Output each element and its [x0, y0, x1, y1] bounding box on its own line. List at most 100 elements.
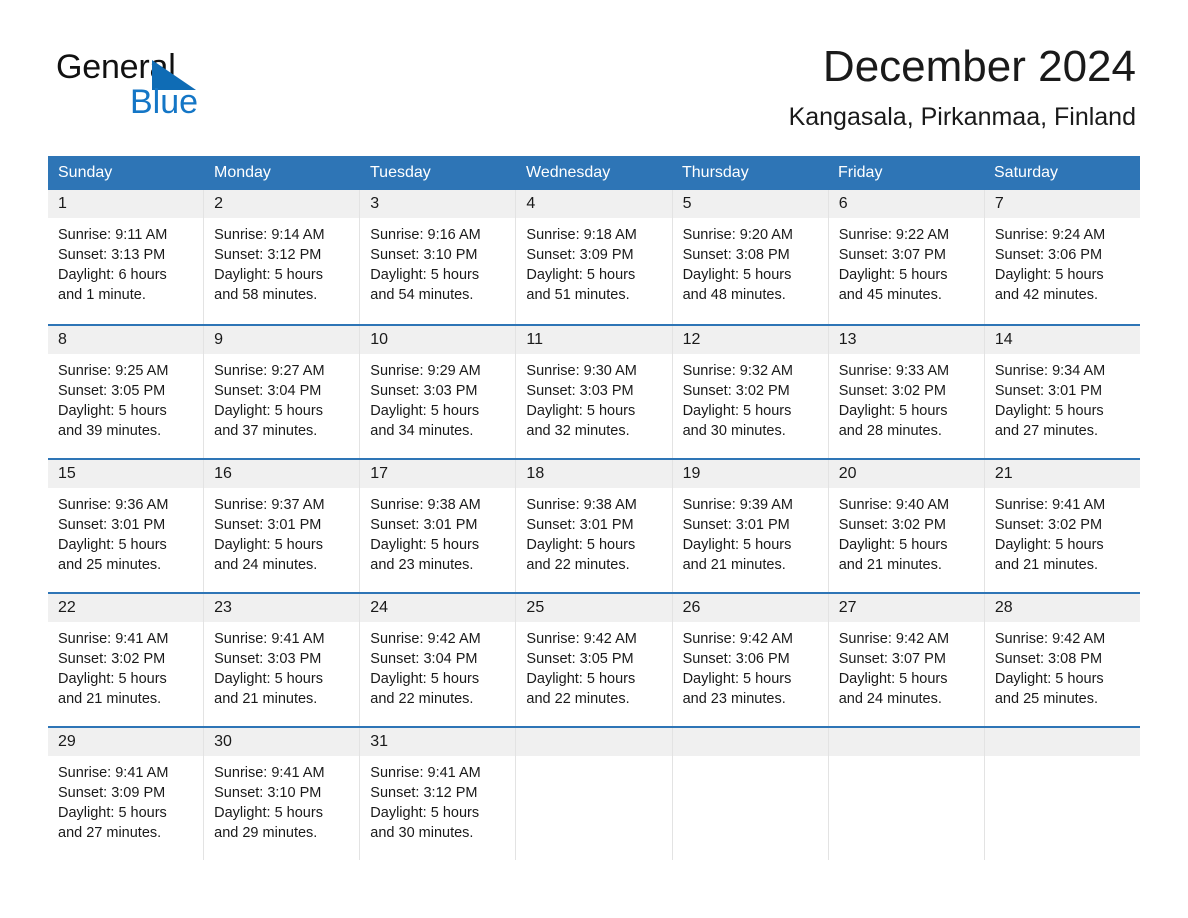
daylight-text-line1: Daylight: 5 hours: [214, 537, 323, 553]
day-cell[interactable]: 21 Sunrise: 9:41 AM Sunset: 3:02 PM Dayl…: [984, 460, 1140, 592]
day-number-band: [516, 728, 672, 756]
day-cell[interactable]: 11 Sunrise: 9:30 AM Sunset: 3:03 PM Dayl…: [516, 326, 673, 458]
day-cell[interactable]: 2 Sunrise: 9:14 AM Sunset: 3:12 PM Dayli…: [204, 190, 361, 324]
sunrise-text: Sunrise: 9:25 AM: [58, 363, 169, 379]
day-cell[interactable]: 17 Sunrise: 9:38 AM Sunset: 3:01 PM Dayl…: [360, 460, 517, 592]
sunrise-text: Sunrise: 9:24 AM: [994, 227, 1106, 243]
sunrise-text: Sunrise: 9:42 AM: [526, 631, 637, 647]
daylight-text-line1: Daylight: 5 hours: [58, 805, 167, 821]
day-number: 5: [682, 195, 692, 212]
sunrise-text: Sunrise: 9:18 AM: [526, 227, 637, 243]
day-cell[interactable]: 12 Sunrise: 9:32 AM Sunset: 3:02 PM Dayl…: [672, 326, 829, 458]
day-cell[interactable]: 28 Sunrise: 9:42 AM Sunset: 3:08 PM Dayl…: [984, 594, 1140, 726]
day-details: [985, 756, 1140, 763]
sunset-text: Sunset: 3:01 PM: [682, 517, 790, 533]
day-cell[interactable]: 20 Sunrise: 9:40 AM Sunset: 3:02 PM Dayl…: [828, 460, 985, 592]
day-cell[interactable]: 29 Sunrise: 9:41 AM Sunset: 3:09 PM Dayl…: [48, 728, 205, 860]
sunset-text: Sunset: 3:04 PM: [370, 651, 478, 667]
day-cell[interactable]: 26 Sunrise: 9:42 AM Sunset: 3:06 PM Dayl…: [672, 594, 829, 726]
day-number-band: 24: [360, 594, 516, 622]
page-header: General Blue December 2024 Kangasala, Pi…: [0, 0, 1188, 131]
day-cell[interactable]: 30 Sunrise: 9:41 AM Sunset: 3:10 PM Dayl…: [204, 728, 361, 860]
day-details: Sunrise: 9:42 AM Sunset: 3:05 PM Dayligh…: [516, 622, 671, 709]
sunset-text: Sunset: 3:01 PM: [370, 517, 478, 533]
sunrise-text: Sunrise: 9:41 AM: [370, 765, 481, 781]
day-number-band: 17: [360, 460, 516, 488]
day-details: Sunrise: 9:36 AM Sunset: 3:01 PM Dayligh…: [48, 488, 203, 575]
daylight-text-line2: and 58 minutes.: [214, 287, 318, 303]
day-cell[interactable]: 3 Sunrise: 9:16 AM Sunset: 3:10 PM Dayli…: [360, 190, 517, 324]
day-cell[interactable]: 31 Sunrise: 9:41 AM Sunset: 3:12 PM Dayl…: [360, 728, 517, 860]
daylight-text-line1: Daylight: 5 hours: [214, 805, 323, 821]
day-cell[interactable]: 18 Sunrise: 9:38 AM Sunset: 3:01 PM Dayl…: [516, 460, 673, 592]
daylight-text-line2: and 42 minutes.: [994, 287, 1099, 303]
weekday-header-sunday: Sunday: [58, 164, 113, 181]
general-blue-logo[interactable]: General Blue: [56, 48, 256, 121]
weekday-header-saturday: Saturday: [994, 164, 1059, 181]
sunset-text: Sunset: 3:05 PM: [58, 383, 166, 399]
daylight-text-line1: Daylight: 5 hours: [838, 267, 948, 283]
day-cell[interactable]: 8 Sunrise: 9:25 AM Sunset: 3:05 PM Dayli…: [48, 326, 205, 458]
day-details: Sunrise: 9:41 AM Sunset: 3:02 PM Dayligh…: [985, 488, 1140, 575]
sunset-text: Sunset: 3:03 PM: [526, 383, 634, 399]
daylight-text-line1: Daylight: 5 hours: [214, 267, 323, 283]
day-number: 15: [58, 465, 76, 482]
day-cell[interactable]: 6 Sunrise: 9:22 AM Sunset: 3:07 PM Dayli…: [828, 190, 985, 324]
day-cell[interactable]: 10 Sunrise: 9:29 AM Sunset: 3:03 PM Dayl…: [360, 326, 517, 458]
daylight-text-line1: Daylight: 5 hours: [58, 537, 167, 553]
daylight-text-line2: and 34 minutes.: [370, 423, 474, 439]
day-cell[interactable]: 4 Sunrise: 9:18 AM Sunset: 3:09 PM Dayli…: [516, 190, 673, 324]
day-details: Sunrise: 9:18 AM Sunset: 3:09 PM Dayligh…: [516, 218, 671, 305]
day-cell[interactable]: 13 Sunrise: 9:33 AM Sunset: 3:02 PM Dayl…: [828, 326, 985, 458]
day-cell[interactable]: 7 Sunrise: 9:24 AM Sunset: 3:06 PM Dayli…: [984, 190, 1140, 324]
sunset-text: Sunset: 3:10 PM: [370, 247, 478, 263]
weekday-header-wednesday: Wednesday: [526, 164, 611, 181]
day-cell[interactable]: 19 Sunrise: 9:39 AM Sunset: 3:01 PM Dayl…: [672, 460, 829, 592]
weekday-header-row: Sunday Monday Tuesday Wednesday Thursday…: [48, 156, 1140, 190]
day-details: Sunrise: 9:30 AM Sunset: 3:03 PM Dayligh…: [516, 354, 671, 441]
sunrise-text: Sunrise: 9:11 AM: [58, 227, 168, 243]
day-cell[interactable]: 14 Sunrise: 9:34 AM Sunset: 3:01 PM Dayl…: [984, 326, 1140, 458]
day-cell[interactable]: 23 Sunrise: 9:41 AM Sunset: 3:03 PM Dayl…: [204, 594, 361, 726]
day-number-band: 22: [48, 594, 204, 622]
sunrise-text: Sunrise: 9:41 AM: [58, 631, 169, 647]
daylight-text-line2: and 22 minutes.: [526, 691, 630, 707]
day-number: 12: [682, 331, 701, 348]
daylight-text-line2: and 30 minutes.: [682, 423, 786, 439]
sunset-text: Sunset: 3:09 PM: [526, 247, 634, 263]
daylight-text-line2: and 29 minutes.: [214, 825, 318, 841]
daylight-text-line2: and 24 minutes.: [214, 557, 318, 573]
day-cell[interactable]: 24 Sunrise: 9:42 AM Sunset: 3:04 PM Dayl…: [360, 594, 517, 726]
day-cell[interactable]: 22 Sunrise: 9:41 AM Sunset: 3:02 PM Dayl…: [48, 594, 205, 726]
day-cell[interactable]: 9 Sunrise: 9:27 AM Sunset: 3:04 PM Dayli…: [204, 326, 361, 458]
day-number-band: [672, 728, 828, 756]
sunrise-text: Sunrise: 9:37 AM: [214, 497, 325, 513]
day-details: Sunrise: 9:33 AM Sunset: 3:02 PM Dayligh…: [829, 354, 984, 441]
day-cell[interactable]: 5 Sunrise: 9:20 AM Sunset: 3:08 PM Dayli…: [672, 190, 829, 324]
daylight-text-line1: Daylight: 5 hours: [682, 403, 792, 419]
day-cell-empty: [828, 728, 985, 860]
day-cell[interactable]: 15 Sunrise: 9:36 AM Sunset: 3:01 PM Dayl…: [48, 460, 205, 592]
sunset-text: Sunset: 3:02 PM: [838, 383, 946, 399]
sunrise-text: Sunrise: 9:42 AM: [994, 631, 1106, 647]
day-number: 19: [682, 465, 701, 482]
day-number: 30: [214, 733, 232, 750]
sunrise-text: Sunrise: 9:42 AM: [370, 631, 481, 647]
week-row: 8 Sunrise: 9:25 AM Sunset: 3:05 PM Dayli…: [48, 324, 1140, 458]
day-cell-empty: [516, 728, 673, 860]
day-cell[interactable]: 16 Sunrise: 9:37 AM Sunset: 3:01 PM Dayl…: [204, 460, 361, 592]
daylight-text-line2: and 1 minute.: [58, 287, 146, 303]
day-number-band: [984, 728, 1140, 756]
sunrise-text: Sunrise: 9:29 AM: [370, 363, 481, 379]
sunrise-text: Sunrise: 9:42 AM: [838, 631, 950, 647]
sunrise-text: Sunrise: 9:42 AM: [682, 631, 793, 647]
day-cell[interactable]: 27 Sunrise: 9:42 AM Sunset: 3:07 PM Dayl…: [828, 594, 985, 726]
sunset-text: Sunset: 3:01 PM: [214, 517, 322, 533]
day-cell[interactable]: 1 Sunrise: 9:11 AM Sunset: 3:13 PM Dayli…: [48, 190, 205, 324]
daylight-text-line2: and 21 minutes.: [994, 557, 1099, 573]
day-cell[interactable]: 25 Sunrise: 9:42 AM Sunset: 3:05 PM Dayl…: [516, 594, 673, 726]
day-number-band: 25: [516, 594, 672, 622]
day-number-band: 10: [360, 326, 516, 354]
daylight-text-line2: and 30 minutes.: [370, 825, 474, 841]
day-details: [516, 756, 671, 763]
